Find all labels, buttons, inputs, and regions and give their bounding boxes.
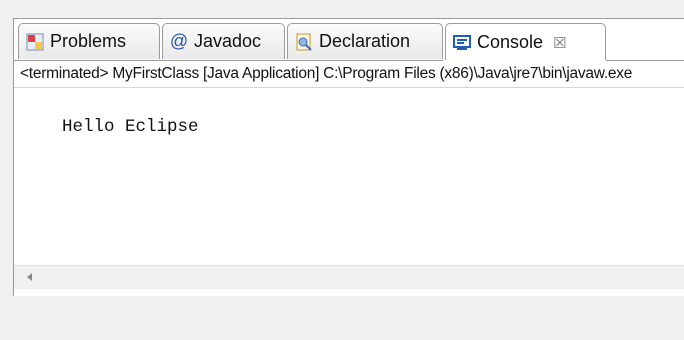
- tab-console-label: Console: [477, 32, 544, 52]
- console-status-line: <terminated> MyFirstClass [Java Applicat…: [14, 61, 684, 88]
- console-output[interactable]: Hello Eclipse: [14, 89, 684, 263]
- declaration-icon: [295, 33, 313, 51]
- tab-javadoc-label: Javadoc: [194, 31, 262, 51]
- close-icon[interactable]: ☒: [553, 34, 566, 52]
- console-output-text: Hello Eclipse: [62, 117, 199, 137]
- javadoc-icon: @: [169, 31, 189, 51]
- scroll-left-arrow-icon[interactable]: [27, 273, 32, 281]
- tab-console[interactable]: Console ☒: [445, 23, 606, 61]
- tab-problems[interactable]: Problems: [18, 23, 160, 59]
- console-icon: [453, 34, 471, 52]
- problems-icon: [26, 33, 44, 51]
- tab-declaration-label: Declaration: [319, 31, 411, 51]
- tab-problems-label: Problems: [50, 31, 127, 51]
- horizontal-scrollbar[interactable]: [14, 265, 684, 289]
- tab-declaration[interactable]: Declaration: [287, 23, 443, 59]
- tab-javadoc[interactable]: @ Javadoc: [162, 23, 285, 59]
- console-view: Problems @ Javadoc Declaration Console ☒…: [13, 18, 684, 296]
- view-tab-bar: Problems @ Javadoc Declaration Console ☒: [14, 19, 684, 61]
